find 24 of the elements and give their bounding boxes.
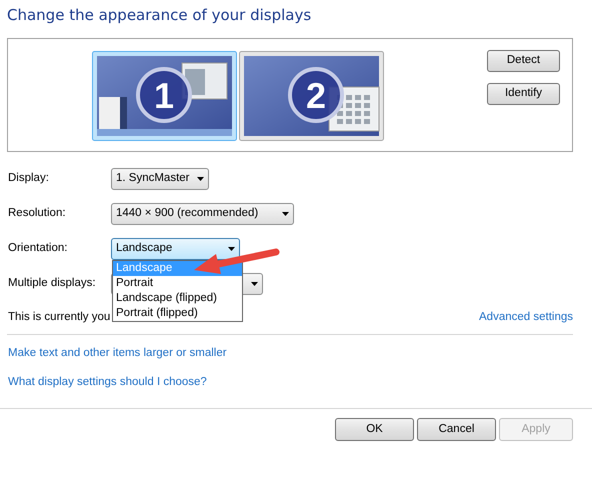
help-link[interactable]: Make text and other items larger or smaller	[8, 345, 227, 362]
setting-label: Orientation:	[8, 241, 68, 256]
setting-label: Multiple displays:	[8, 276, 97, 292]
caret-icon	[282, 212, 289, 216]
side-button[interactable]: Identify	[487, 83, 560, 105]
monitor-tile[interactable]: 2	[239, 51, 384, 141]
dropdown-option[interactable]: Portrait	[113, 276, 242, 291]
dialog-button[interactable]: OK	[335, 418, 414, 441]
advanced-settings-link[interactable]: Advanced settings	[479, 309, 573, 326]
caret-icon	[228, 247, 235, 251]
caret-icon	[197, 177, 204, 181]
dialog-button[interactable]: Cancel	[417, 418, 496, 441]
setting-label: Resolution:	[8, 206, 67, 222]
dropdown[interactable]: 1440 × 900 (recommended)	[111, 203, 294, 225]
help-link[interactable]: What display settings should I choose?	[8, 374, 207, 391]
side-button[interactable]: Detect	[487, 50, 560, 72]
status-text: This is currently you	[8, 310, 110, 325]
caret-icon	[251, 282, 258, 286]
dropdown-option[interactable]: Portrait (flipped)	[113, 306, 242, 321]
dropdown-option[interactable]: Landscape (flipped)	[113, 291, 242, 306]
dropdown[interactable]: 1. SyncMaster	[111, 168, 209, 190]
setting-label: Display:	[8, 171, 50, 186]
monitor-tile[interactable]: 1	[92, 51, 237, 141]
page-title: Change the appearance of your displays	[6, 5, 312, 26]
